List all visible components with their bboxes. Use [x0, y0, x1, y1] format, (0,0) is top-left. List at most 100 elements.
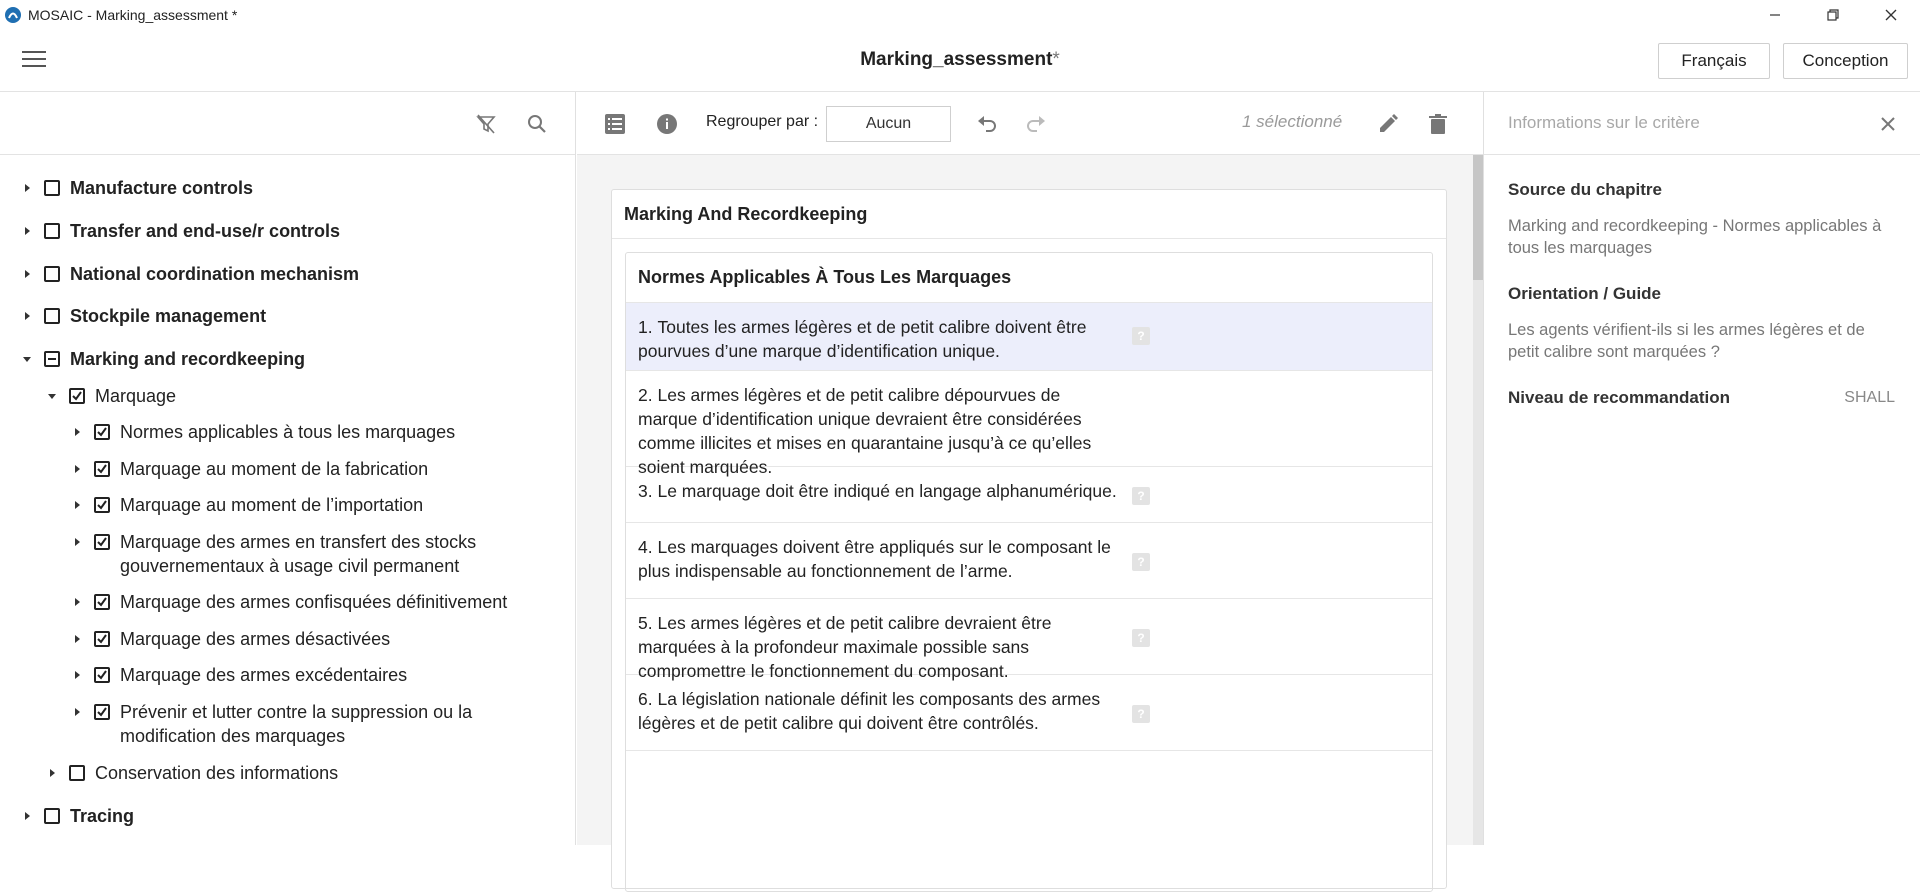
tree-item[interactable]: Marquage [45, 384, 176, 408]
tree-item[interactable]: Marquage des armes excédentaires [70, 663, 407, 687]
criterion-row[interactable]: 5. Les armes légères et de petit calibre… [626, 599, 1432, 681]
tree-item[interactable]: National coordination mechanism [20, 262, 359, 286]
edit-icon[interactable] [1376, 112, 1400, 136]
tree-checkbox[interactable] [44, 223, 60, 239]
tree-item[interactable]: Marquage au moment de l’importation [70, 493, 423, 517]
help-badge-icon[interactable]: ? [1132, 629, 1150, 647]
tree-checkbox[interactable] [44, 180, 60, 196]
caret-right-icon[interactable] [70, 493, 84, 517]
caret-right-icon[interactable] [70, 590, 84, 614]
criterion-info-panel: Informations sur le critère Source du ch… [1483, 92, 1920, 845]
tree-checkbox[interactable] [69, 765, 85, 781]
chapter-card: Marking And Recordkeeping Normes Applica… [611, 189, 1447, 892]
tree-item[interactable]: Marquage au moment de la fabrication [70, 457, 428, 481]
tree-checkbox[interactable] [44, 266, 60, 282]
tree-item[interactable]: Marking and recordkeeping [20, 347, 305, 371]
tree-item[interactable]: Stockpile management [20, 304, 266, 328]
close-icon [1885, 9, 1897, 20]
tree-item[interactable]: Marquage des armes confisquées définitiv… [70, 590, 507, 614]
tree-checkbox[interactable] [94, 704, 110, 720]
tree-item[interactable]: Normes applicables à tous les marquages [70, 420, 455, 444]
close-window-button[interactable] [1862, 0, 1920, 29]
tree-checkbox[interactable] [69, 388, 85, 404]
tree-item[interactable]: Transfer and end-use/r controls [20, 219, 340, 243]
tree-checkbox[interactable] [94, 424, 110, 440]
caret-right-icon[interactable] [20, 304, 34, 328]
tree-item-label: Marquage des armes excédentaires [120, 665, 408, 685]
help-badge-icon[interactable]: ? [1132, 327, 1150, 345]
app-logo-icon [5, 6, 21, 23]
tree-checkbox[interactable] [94, 461, 110, 477]
close-panel-icon[interactable] [1876, 112, 1900, 136]
criterion-row[interactable]: 6. La législation nationale définit les … [626, 675, 1432, 751]
criterion-text: 2. Les armes légères et de petit calibre… [638, 383, 1118, 479]
info-panel-title: Informations sur le critère [1508, 113, 1700, 132]
tree-checkbox[interactable] [44, 308, 60, 324]
tree-item-label: Marquage au moment de l’importation [120, 495, 424, 515]
criterion-body: Les armes légères et de petit calibre de… [638, 613, 1052, 681]
scrollbar-thumb[interactable] [1473, 155, 1483, 280]
caret-right-icon[interactable] [70, 663, 84, 687]
caret-down-icon[interactable] [20, 347, 34, 371]
caret-right-icon[interactable] [45, 761, 59, 785]
section-title: Normes Applicables À Tous Les Marquages [626, 253, 1432, 303]
tree-item-label: Marquage des armes confisquées définitiv… [120, 592, 508, 612]
delete-icon[interactable] [1426, 112, 1450, 136]
info-icon[interactable] [655, 112, 679, 136]
criterion-body: Les armes légères et de petit calibre dé… [638, 385, 1092, 477]
clear-filter-icon[interactable] [474, 112, 498, 136]
criterion-row[interactable]: 2. Les armes légères et de petit calibre… [626, 371, 1432, 477]
search-icon[interactable] [525, 112, 549, 136]
caret-down-icon[interactable] [45, 384, 59, 408]
caret-right-icon[interactable] [20, 804, 34, 828]
source-text: Marking and recordkeeping - Normes appli… [1508, 217, 1882, 257]
tree-item[interactable]: Marquage des armes en transfert des stoc… [70, 530, 476, 578]
caret-right-icon[interactable] [20, 219, 34, 243]
criterion-text: 3. Le marquage doit être indiqué en lang… [638, 479, 1118, 503]
help-badge-icon[interactable]: ? [1132, 553, 1150, 571]
language-button[interactable]: Français [1658, 43, 1770, 79]
redo-icon[interactable] [1024, 112, 1048, 136]
tree-checkbox[interactable] [94, 534, 110, 550]
caret-right-icon[interactable] [70, 420, 84, 444]
tree-item[interactable]: Manufacture controls [20, 176, 253, 200]
tree-checkbox[interactable] [94, 631, 110, 647]
tree-toolbar [0, 92, 575, 155]
tree-checkbox[interactable] [44, 351, 60, 367]
list-view-icon[interactable] [603, 112, 627, 136]
content-scrollbar[interactable] [1473, 155, 1483, 845]
tree-checkbox[interactable] [94, 667, 110, 683]
caret-right-icon[interactable] [20, 262, 34, 286]
tree-checkbox[interactable] [44, 808, 60, 824]
tree-item[interactable]: Conservation des informations [45, 761, 338, 785]
modified-indicator: * [1052, 49, 1060, 70]
restore-button[interactable] [1804, 0, 1862, 29]
tree-item-label: Normes applicables à tous les marquages [120, 422, 456, 442]
help-badge-icon[interactable]: ? [1132, 487, 1150, 505]
conception-button[interactable]: Conception [1783, 43, 1908, 79]
caret-right-icon[interactable] [20, 176, 34, 200]
tree-item-label: Tracing [70, 806, 135, 826]
criterion-row[interactable]: 4. Les marquages doivent être appliqués … [626, 523, 1432, 599]
tree-checkbox[interactable] [94, 594, 110, 610]
criterion-row[interactable]: 3. Le marquage doit être indiqué en lang… [626, 467, 1432, 523]
criterion-text: 6. La législation nationale définit les … [638, 687, 1118, 735]
criterion-body: Les marquages doivent être appliqués sur… [638, 537, 1111, 581]
undo-icon[interactable] [975, 112, 999, 136]
criterion-body: La législation nationale définit les com… [638, 689, 1101, 733]
criterion-text: 5. Les armes légères et de petit calibre… [638, 611, 1118, 683]
caret-right-icon[interactable] [70, 530, 84, 554]
tree-item[interactable]: Prévenir et lutter contre la suppression… [70, 700, 472, 748]
selected-count: 1 sélectionné [1242, 112, 1343, 131]
tree-item[interactable]: Tracing [20, 804, 134, 828]
caret-right-icon[interactable] [70, 627, 84, 651]
tree-checkbox[interactable] [94, 497, 110, 513]
criterion-row[interactable]: 1. Toutes les armes légères et de petit … [626, 303, 1432, 371]
caret-right-icon[interactable] [70, 700, 84, 724]
minimize-button[interactable] [1746, 0, 1804, 29]
tree-item-label: Transfer and end-use/r controls [70, 221, 341, 241]
help-badge-icon[interactable]: ? [1132, 705, 1150, 723]
tree-item[interactable]: Marquage des armes désactivées [70, 627, 390, 651]
caret-right-icon[interactable] [70, 457, 84, 481]
group-by-select[interactable]: Aucun [826, 106, 951, 142]
